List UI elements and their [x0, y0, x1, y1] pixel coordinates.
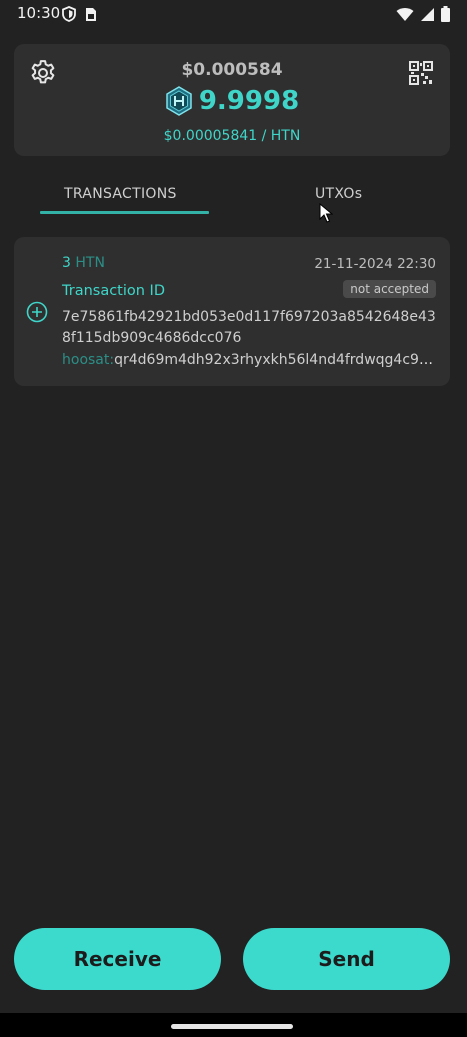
clock: 10:30 [17, 4, 61, 22]
transaction-id: 7e75861fb42921bd053e0d117f697203a8542648… [62, 309, 436, 346]
status-bar: 10:30 [0, 0, 467, 30]
hoosat-logo [166, 86, 192, 116]
tab-utxos[interactable]: UTXOs [315, 186, 362, 202]
sim-card-icon [86, 7, 96, 21]
transaction-address: hoosat:qr4d69m4dh92x3rhyxkh56l4nd4frdwqg… [62, 351, 437, 369]
active-tab-indicator [40, 211, 209, 214]
transaction-date: 21-11-2024 22:30 [314, 256, 436, 272]
balance-card: $0.000584 9.9998 $0.00005841 / HTN [14, 44, 450, 156]
htn-balance: 9.9998 [198, 86, 300, 116]
address-prefix: hoosat: [62, 352, 115, 368]
home-gesture-handle[interactable] [171, 1024, 293, 1029]
transaction-amount-value: 3 [62, 255, 71, 271]
mouse-pointer-icon [319, 203, 333, 223]
transaction-amount: 3 HTN [62, 255, 105, 271]
transaction-card[interactable]: 3 HTN 21-11-2024 22:30 Transaction ID no… [14, 237, 450, 386]
send-button[interactable]: Send [243, 928, 450, 990]
transaction-amount-unit: HTN [75, 255, 105, 271]
system-navigation-bar [0, 1013, 467, 1037]
receive-button[interactable]: Receive [14, 928, 221, 990]
address-value: qr4d69m4dh92x3rhyxkh56l4nd4frdwqg4c9kf9e… [114, 352, 437, 368]
status-badge: not accepted [343, 280, 436, 298]
transaction-id-label: Transaction ID [62, 283, 166, 299]
usd-balance: $0.000584 [181, 60, 283, 80]
wifi-icon [396, 7, 414, 21]
vpn-shield-icon [62, 6, 76, 22]
plus-circle-icon [26, 301, 48, 323]
tab-transactions[interactable]: TRANSACTIONS [64, 186, 177, 202]
htn-price: $0.00005841 / HTN [163, 128, 301, 144]
battery-icon [441, 6, 450, 22]
qr-code-icon[interactable] [408, 60, 434, 86]
htn-balance-row: 9.9998 [14, 86, 450, 116]
cellular-signal-icon [421, 7, 434, 21]
